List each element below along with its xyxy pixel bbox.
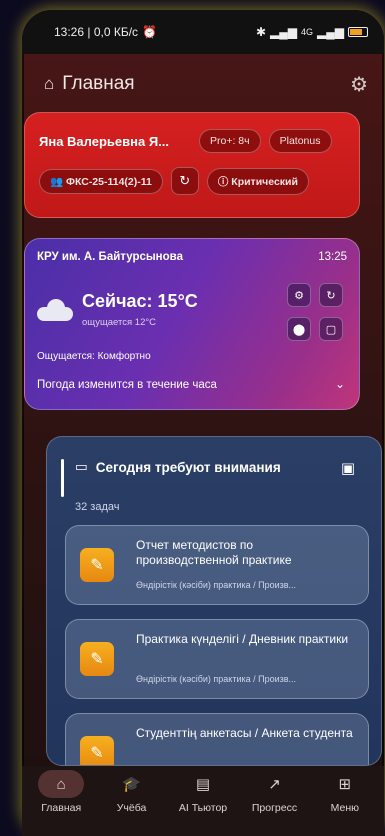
nav-item-ai-tutor[interactable]: ▤ AI Тьютор [179, 770, 227, 836]
nav-item-home[interactable]: ⌂ Главная [38, 770, 85, 836]
nav-label: Учёба [116, 802, 147, 814]
group-badge[interactable]: 👥 ФКС-25-114(2)-11 [39, 168, 163, 194]
location-pin-icon: ⬤ [292, 323, 306, 336]
forecast-note: Погода изменится в течение часа [37, 379, 217, 391]
task-item[interactable]: ✎ Практика күнделігі / Дневник практики … [65, 619, 369, 699]
home-icon: ⌂ [44, 74, 55, 93]
settings-gear-icon[interactable]: ⚙ [350, 72, 368, 97]
calendar-icon: ▢ [325, 323, 337, 336]
pro-badge[interactable]: Pro+: 8ч [199, 129, 261, 153]
nav-label: Меню [330, 802, 360, 814]
signal-icon-2: ▂▄▆ [317, 25, 344, 39]
task-count: 32 задач [75, 501, 120, 513]
task-title: Отчет методистов по производственной пра… [136, 538, 292, 567]
bluetooth-icon: ✱ [255, 25, 267, 39]
alert-icon: ⓘ [217, 175, 229, 188]
nav-item-menu[interactable]: ⊞ Меню [322, 770, 368, 836]
weather-settings-button[interactable]: ⚙ [287, 283, 311, 307]
location-button[interactable]: ⬤ [287, 317, 311, 341]
chevron-down-icon[interactable]: ⌄ [335, 377, 345, 391]
page-title: Главная [62, 73, 135, 94]
grid-icon: ⊞ [338, 776, 352, 793]
app-header: ⌂ Главная ⚙ [22, 54, 384, 114]
document-icon: ✎ [80, 642, 114, 676]
nav-item-study[interactable]: 🎓 Учёба [109, 770, 155, 836]
alarm-icon: ⏰ [142, 25, 157, 39]
status-label: Критический [231, 175, 298, 188]
weather-location: КРУ им. А. Байтурсынова [37, 251, 183, 263]
network-type: 4G [301, 27, 314, 37]
weather-refresh-button[interactable]: ↻ [319, 283, 343, 307]
task-item[interactable]: ✎ Отчет методистов по производственной п… [65, 525, 369, 605]
weather-card[interactable]: КРУ им. А. Байтурсынова 13:25 Сейчас: 15… [24, 238, 360, 410]
signal-icon: ▂▄▆ [270, 25, 298, 39]
task-subtitle: Өндірістік (кәсіби) практика / Произв... [136, 674, 297, 684]
battery-icon [348, 27, 368, 37]
current-temperature: Сейчас: 15°C [82, 291, 198, 311]
refresh-icon: ↻ [326, 289, 336, 302]
task-title: Практика күнделігі / Дневник практики [136, 632, 349, 646]
trend-icon: ↗ [268, 776, 281, 793]
calendar-icon: ▭ [75, 459, 88, 474]
refresh-button[interactable]: ↻ [170, 167, 199, 195]
nav-label: AI Тьютор [178, 802, 228, 814]
bottom-navigation: ⌂ Главная 🎓 Учёба ▤ AI Тьютор ↗ Прогресс… [22, 766, 384, 836]
platonus-button[interactable]: Platonus [268, 129, 332, 153]
weather-time: 13:25 [318, 251, 347, 263]
task-subtitle: Өндірістік (кәсіби) практика / Произв... [136, 580, 297, 590]
users-icon: 👥 [50, 175, 64, 188]
status-badge[interactable]: ⓘ Критический [206, 167, 309, 195]
group-label: ФКС-25-114(2)-11 [66, 175, 152, 188]
feels-like-comfort: Ощущается: Комфортно [37, 351, 151, 362]
weather-calendar-button[interactable]: ▢ [319, 317, 343, 341]
calendar-button-icon[interactable]: ▣ [341, 459, 355, 477]
nav-label: Прогресс [251, 802, 298, 814]
refresh-icon: ↻ [179, 173, 191, 188]
chat-icon: ▤ [195, 776, 211, 793]
profile-card: Яна Валерьевна Я... Pro+: 8ч Platonus 👥 … [24, 112, 360, 218]
home-icon: ⌂ [38, 770, 85, 798]
profile-name: Яна Валерьевна Я... [39, 133, 169, 149]
graduation-cap-icon: 🎓 [122, 776, 141, 793]
task-title: Студенттің анкетасы / Анкета студента [136, 726, 353, 740]
document-icon: ✎ [80, 548, 114, 582]
attention-title: Сегодня требуют внимания [95, 459, 281, 475]
attention-card: ▭ Сегодня требуют внимания ▣ 32 задач ✎ … [46, 436, 382, 766]
status-bar: 13:26 | 0,0 КБ/с ⏰ ✱ ▂▄▆ 4G ▂▄▆ [22, 10, 384, 54]
section-accent-bar [61, 459, 64, 497]
gear-icon: ⚙ [294, 289, 304, 302]
document-icon: ✎ [80, 736, 114, 765]
cloud-icon [37, 299, 73, 321]
task-item[interactable]: ✎ Студенттің анкетасы / Анкета студента [65, 713, 369, 765]
nav-label: Главная [41, 802, 82, 814]
feels-like-temperature: ощущается 12°C [82, 317, 157, 328]
status-time: 13:26 | 0,0 КБ/с [54, 25, 139, 39]
nav-item-progress[interactable]: ↗ Прогресс [251, 770, 297, 836]
